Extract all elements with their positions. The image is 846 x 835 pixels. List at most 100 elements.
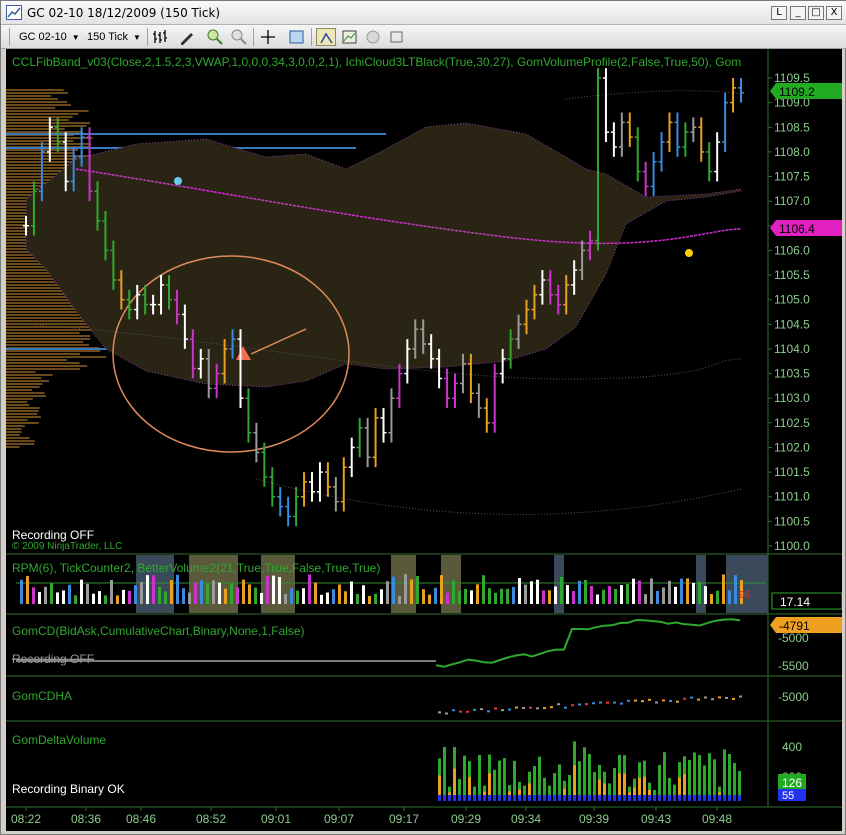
ninjatrader-app-icon xyxy=(6,5,22,20)
gomcdha-dot xyxy=(613,701,616,704)
price-axis-label: 1108.5 xyxy=(774,120,810,134)
rpm-bar xyxy=(248,584,251,604)
rpm-bar xyxy=(164,591,167,604)
chart-style-icon[interactable] xyxy=(340,28,360,46)
gomcd-line xyxy=(435,618,741,668)
delta-volume-bid-bar xyxy=(688,795,691,801)
rpm-bar xyxy=(428,594,431,604)
time-axis-label: 09:43 xyxy=(641,812,671,826)
gomcdha-dot xyxy=(711,698,714,701)
volume-profile-bar xyxy=(6,410,39,412)
rpm-bar xyxy=(218,582,221,604)
price-axis-label: 1107.5 xyxy=(774,170,810,184)
delta-volume-bid-bar xyxy=(738,795,741,801)
drawing-tool-icon[interactable] xyxy=(177,28,197,46)
price-axis-label: 1102.5 xyxy=(774,416,810,430)
rpm-bar xyxy=(44,586,47,604)
gomcdha-dot xyxy=(718,696,721,699)
rpm-bar xyxy=(692,583,695,604)
delta-volume-bid-bar xyxy=(653,795,656,801)
volume-profile-bar xyxy=(6,374,53,376)
volume-profile-bar xyxy=(6,107,56,109)
maximize-button[interactable]: □ xyxy=(808,6,824,20)
price-axis-label: 1103.5 xyxy=(774,367,810,381)
delta-volume-bid-bar xyxy=(493,795,496,801)
rpm-bar xyxy=(206,583,209,604)
delta-volume-bid-bar xyxy=(678,795,681,801)
delta-volume-bar xyxy=(663,752,666,801)
chart-area[interactable]: CCLFibBand_v03(Close,2,1.5,2,3,VWAP,1,0,… xyxy=(6,49,842,831)
delta-volume-bid-bar xyxy=(673,795,676,801)
rpm-value: 17.14 xyxy=(780,595,810,609)
title-bar[interactable]: GC 02-10 18/12/2009 (150 Tick) L _ □ X xyxy=(1,1,846,25)
gomcdha-dot xyxy=(529,706,532,709)
volume-profile-bar xyxy=(6,377,42,379)
gomcdha-dot xyxy=(641,700,644,703)
crosshair-icon[interactable] xyxy=(259,28,279,46)
zoom-out-icon[interactable] xyxy=(229,28,249,46)
interval-selector[interactable]: 150 Tick ▼ xyxy=(83,28,149,46)
rpm-bar xyxy=(260,592,263,604)
chart-canvas[interactable]: CCLFibBand_v03(Close,2,1.5,2,3,VWAP,1,0,… xyxy=(6,49,842,831)
delta-volume-bid-bar xyxy=(658,795,661,801)
price-axis-label: 1101.0 xyxy=(774,490,810,504)
link-button[interactable]: L xyxy=(771,6,787,20)
data-box-icon[interactable] xyxy=(363,28,383,46)
close-button[interactable]: X xyxy=(826,6,842,20)
bar-type-icon[interactable] xyxy=(151,28,171,46)
rpm-bar xyxy=(170,580,173,604)
rpm-bar xyxy=(590,586,593,604)
rpm-bar xyxy=(356,593,359,604)
price-axis-label: 1100.0 xyxy=(774,539,810,553)
rpm-bar xyxy=(62,590,65,604)
delta-volume-bid-bar xyxy=(518,795,521,801)
rpm-bar xyxy=(104,595,107,604)
gomcdha-dot xyxy=(669,699,672,702)
delta-volume-bid-bar xyxy=(633,795,636,801)
rpm-bar xyxy=(140,582,143,604)
volume-profile-bar xyxy=(6,404,30,406)
gomcdha-dot xyxy=(508,708,511,711)
volume-profile-bar xyxy=(6,398,33,400)
window-title: GC 02-10 18/12/2009 (150 Tick) xyxy=(27,6,221,20)
delta-volume-bid-bar xyxy=(503,795,506,801)
rpm-bar xyxy=(398,595,401,604)
delta-volume-bid-bar xyxy=(648,795,651,801)
volume-profile-bar xyxy=(6,350,101,352)
price-recording-status: Recording OFF xyxy=(12,528,94,542)
gomdelta-value: 126 xyxy=(782,776,802,790)
instrument-selector[interactable]: GC 02-10 ▼ xyxy=(15,28,81,46)
rpm-indicator-label: RPM(6), TickCounter2, BetterVolume2(21,T… xyxy=(12,561,380,575)
minimize-button[interactable]: _ xyxy=(790,6,806,20)
volume-profile-bar xyxy=(6,332,80,334)
delta-volume-bid-bar xyxy=(538,795,541,801)
delta-volume-bid-bar xyxy=(708,795,711,801)
rpm-bar xyxy=(134,585,137,604)
fib-band-line xyxy=(565,90,742,100)
zoom-in-icon[interactable] xyxy=(205,28,225,46)
rpm-bar xyxy=(614,588,617,604)
volume-profile-bar xyxy=(6,338,91,340)
rpm-bar xyxy=(368,595,371,604)
gomcdha-dot xyxy=(690,696,693,699)
delta-volume-bar xyxy=(693,752,696,801)
rpm-bar xyxy=(266,575,269,604)
delta-volume-bid-bar xyxy=(443,795,446,801)
rpm-bar xyxy=(476,584,479,604)
rpm-bar xyxy=(158,586,161,604)
rpm-bar xyxy=(410,579,413,604)
auto-scroll-icon[interactable] xyxy=(316,28,336,46)
properties-icon[interactable] xyxy=(287,28,307,46)
delta-volume-bid-bar xyxy=(453,795,456,801)
price-axis-label: 1105.5 xyxy=(774,268,810,282)
delta-volume-bar xyxy=(583,747,586,801)
rpm-bar xyxy=(548,590,551,604)
link-chart-icon[interactable] xyxy=(387,28,407,46)
rpm-bar xyxy=(716,590,719,604)
rpm-bar xyxy=(608,586,611,604)
rpm-bar xyxy=(464,588,467,604)
delta-volume-bid-bar xyxy=(573,795,576,801)
delta-volume-bid-bar xyxy=(588,795,591,801)
time-axis-label: 08:22 xyxy=(11,812,41,826)
delta-volume-bid-bar xyxy=(718,795,721,801)
